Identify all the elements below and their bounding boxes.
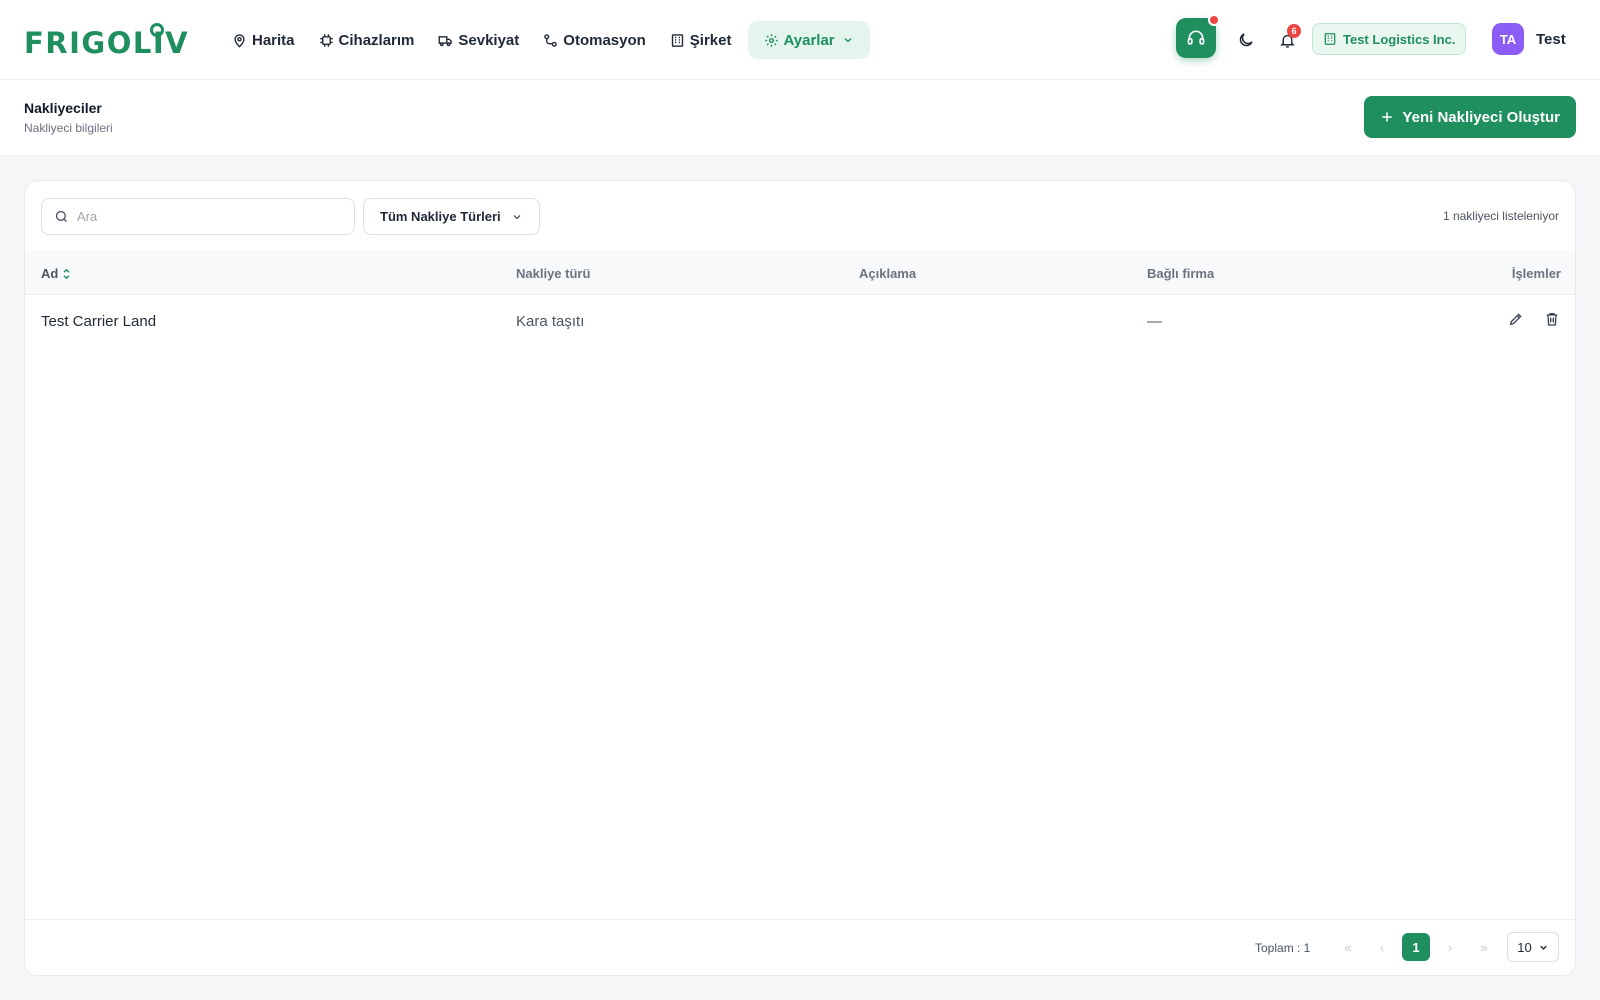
chevron-down-icon: [1539, 945, 1547, 950]
linked-company-cell: —: [1147, 313, 1162, 330]
last-page-button[interactable]: »: [1467, 933, 1501, 961]
column-header-description: Açıklama: [859, 266, 917, 281]
total-count: Toplam : 1: [1255, 941, 1311, 955]
page-size-select[interactable]: 10: [1507, 932, 1559, 962]
nav-item-label: Cihazlarım: [338, 31, 415, 49]
nav-item-label: Sevkiyat: [458, 31, 520, 49]
nav-item-ayarlar[interactable]: Ayarlar: [747, 21, 870, 59]
nav-item-cihazlarim[interactable]: Cihazlarım: [307, 21, 427, 59]
chip-icon: [319, 33, 333, 47]
nav-item-label: Ayarlar: [783, 31, 835, 49]
chevron-down-icon: [844, 38, 852, 43]
headset-icon: [1187, 30, 1205, 45]
workflow-icon: [544, 33, 558, 47]
trash-icon: [1546, 313, 1558, 326]
nav-item-harita[interactable]: Harita: [220, 21, 307, 59]
nav-item-label: Otomasyon: [563, 31, 646, 49]
notification-count-badge: 6: [1287, 24, 1301, 38]
support-status-dot: [1208, 14, 1220, 26]
support-button[interactable]: [1176, 14, 1220, 58]
nav-item-sevkiyat[interactable]: Sevkiyat: [426, 21, 531, 59]
result-count: 1 nakliyeci listeleniyor: [1442, 209, 1559, 223]
table-header: Ad Nakliye türü Açıklama Bağlı firma İşl…: [25, 251, 1575, 295]
carrier-name-cell: Test Carrier Land: [41, 313, 157, 330]
frigolive-logo[interactable]: FRIGOLIVE: [24, 22, 190, 58]
transport-type-cell: Kara taşıtı: [516, 313, 585, 330]
search-field[interactable]: [41, 198, 355, 235]
gear-icon: [764, 33, 778, 47]
user-name: Test: [1536, 30, 1566, 48]
filter-label: Tüm Nakliye Türleri: [380, 209, 501, 224]
truck-icon: [438, 35, 453, 46]
company-name: Test Logistics Inc.: [1343, 31, 1456, 47]
main-nav: Harita Cihazlarım Sevkiyat Otomasyon Şir…: [220, 20, 870, 60]
nav-item-label: Şirket: [689, 31, 732, 49]
page-header: Nakliyeciler Nakliyeci bilgileri Yeni Na…: [0, 80, 1600, 156]
current-page-button[interactable]: 1: [1402, 933, 1430, 961]
moon-icon: [1239, 33, 1253, 47]
pager: « ‹ 1 › »: [1331, 933, 1501, 961]
delete-button[interactable]: [1543, 310, 1561, 328]
theme-toggle-button[interactable]: [1234, 28, 1258, 52]
column-header-actions: İşlemler: [1511, 266, 1561, 281]
edit-button[interactable]: [1507, 310, 1525, 328]
company-switcher[interactable]: Test Logistics Inc.: [1312, 23, 1467, 55]
column-header-linked-company: Bağlı firma: [1147, 266, 1215, 281]
notifications-button[interactable]: 6: [1275, 24, 1301, 52]
column-header-label: Ad: [41, 266, 59, 281]
plus-icon: [1382, 112, 1393, 122]
building-icon: [671, 33, 683, 47]
map-pin-icon: [234, 33, 245, 48]
logo-graphic: FRIGOLIVE: [24, 23, 190, 58]
carriers-card: Tüm Nakliye Türleri 1 nakliyeci listelen…: [24, 180, 1576, 976]
nav-item-sirket[interactable]: Şirket: [658, 21, 744, 59]
prev-page-button[interactable]: ‹: [1365, 933, 1399, 961]
transport-type-filter[interactable]: Tüm Nakliye Türleri: [363, 198, 540, 235]
search-icon: [55, 210, 67, 222]
column-header-transport-type: Nakliye türü: [516, 266, 591, 281]
sort-icon: [63, 268, 70, 279]
chevron-down-icon: [513, 214, 521, 219]
page-size-value: 10: [1517, 939, 1532, 955]
create-carrier-label: Yeni Nakliyeci Oluştur: [1402, 108, 1560, 126]
top-navigation-bar: FRIGOLIVE Harita Cihazlarım Sevkiyat Oto…: [0, 0, 1600, 80]
search-input[interactable]: [77, 209, 317, 224]
table-row[interactable]: Test Carrier Land Kara taşıtı —: [25, 295, 1575, 347]
nav-item-label: Harita: [252, 31, 295, 49]
pencil-icon: [1509, 313, 1522, 326]
row-actions: [1507, 310, 1561, 328]
building-icon: [1324, 33, 1336, 45]
page-title: Nakliyeciler: [24, 100, 102, 116]
logo-wordmark: FRIGOLIVE: [24, 26, 190, 58]
column-header-name[interactable]: Ad: [41, 266, 71, 281]
nav-item-otomasyon[interactable]: Otomasyon: [531, 21, 658, 59]
page-subtitle: Nakliyeci bilgileri: [24, 121, 113, 135]
pagination-bar: Toplam : 1 « ‹ 1 › » 10: [25, 919, 1575, 975]
next-page-button[interactable]: ›: [1433, 933, 1467, 961]
first-page-button[interactable]: «: [1331, 933, 1365, 961]
avatar: TA: [1492, 23, 1524, 55]
create-carrier-button[interactable]: Yeni Nakliyeci Oluştur: [1364, 96, 1576, 138]
user-menu[interactable]: TA Test: [1492, 23, 1566, 55]
